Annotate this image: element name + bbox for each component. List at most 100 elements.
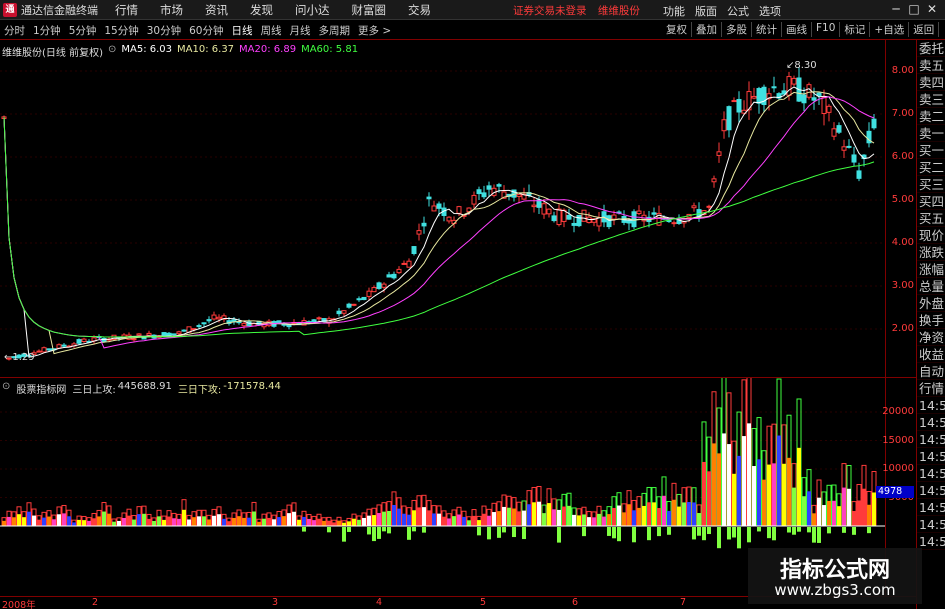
period-tab[interactable]: 分时 xyxy=(4,23,25,38)
tool-button[interactable]: 返回 xyxy=(909,22,940,37)
side-panel-item[interactable]: 净资 xyxy=(917,329,945,346)
menu-item-wealth[interactable]: 财富圈 xyxy=(352,2,387,18)
side-panel-item[interactable]: 买二 xyxy=(917,159,945,176)
side-panel-item[interactable]: 卖一 xyxy=(917,125,945,142)
side-panel-item[interactable]: 收益 xyxy=(917,346,945,363)
tool-button[interactable]: 统计 xyxy=(752,22,782,37)
side-panel-item[interactable]: 买五 xyxy=(917,210,945,227)
tool-button[interactable]: 画线 xyxy=(782,22,812,37)
period-tab[interactable]: 30分钟 xyxy=(147,23,181,38)
side-panel-item[interactable]: 14:56 xyxy=(917,516,945,533)
side-panel-item[interactable]: 14:56 xyxy=(917,448,945,465)
side-panel-item[interactable]: 涨幅 xyxy=(917,261,945,278)
indicator-bar xyxy=(532,502,536,526)
side-panel-item[interactable]: 卖五 xyxy=(917,57,945,74)
menu-item-functions[interactable]: 功能 xyxy=(663,3,685,19)
period-tab[interactable]: 日线 xyxy=(232,23,253,38)
side-panel-item[interactable]: 涨跌 xyxy=(917,244,945,261)
menu-item-formula[interactable]: 公式 xyxy=(727,3,749,19)
menu-item-trade[interactable]: 交易 xyxy=(408,2,431,18)
side-panel-item[interactable]: 现价 xyxy=(917,227,945,244)
candle-body xyxy=(136,333,142,336)
candle-body xyxy=(316,317,322,320)
side-panel-item[interactable]: 买一 xyxy=(917,142,945,159)
side-panel-item[interactable]: 行情 xyxy=(917,380,945,397)
side-panel-item[interactable]: 买四 xyxy=(917,193,945,210)
candle-body xyxy=(786,76,792,96)
indicator-bar xyxy=(652,502,656,526)
indicator-bar xyxy=(587,517,591,526)
indicator-bar xyxy=(412,510,416,526)
menu-item-layout[interactable]: 版面 xyxy=(695,3,717,19)
candlestick-chart[interactable]: ↙8.30 ←1.29 xyxy=(0,40,885,377)
side-panel-item[interactable]: 卖四 xyxy=(917,74,945,91)
watermark-title: 指标公式网 xyxy=(779,558,890,583)
indicator-bar xyxy=(47,516,51,526)
tool-button[interactable]: +自选 xyxy=(870,22,910,37)
tool-button[interactable]: 标记 xyxy=(840,22,871,37)
menu-item-options[interactable]: 选项 xyxy=(759,3,781,19)
indicator-negative-bar xyxy=(657,527,661,537)
period-tab[interactable]: 周线 xyxy=(261,23,282,38)
side-panel-item[interactable]: 换手 xyxy=(917,312,945,329)
candle-body xyxy=(836,125,842,133)
period-tab[interactable]: 60分钟 xyxy=(189,23,223,38)
app-title: 通达信金融终端 xyxy=(21,3,98,17)
side-panel-item[interactable]: 14:55 xyxy=(917,414,945,431)
indicator-bar xyxy=(427,510,431,526)
side-panel-item[interactable]: 自动 xyxy=(917,363,945,380)
indicator-bar xyxy=(177,518,181,526)
period-toolbar: 分时 1分钟 5分钟 15分钟 30分钟 60分钟 日线 周线 月线 多周期 更多 > 复权 叠加 多股… xyxy=(0,21,945,40)
side-panel-item[interactable]: 卖二 xyxy=(917,108,945,125)
menu-item-news[interactable]: 资讯 xyxy=(205,2,228,18)
tool-button[interactable]: 叠加 xyxy=(692,22,722,37)
period-tab[interactable]: 月线 xyxy=(290,23,311,38)
candle-body xyxy=(811,97,817,101)
indicator-bar xyxy=(307,518,311,526)
indicator-bar xyxy=(582,514,586,526)
indicator-bar xyxy=(487,515,491,526)
close-icon[interactable]: ✕ xyxy=(923,2,941,16)
indicator-bar xyxy=(252,511,256,526)
candle-body xyxy=(376,282,382,289)
indicator-settings-icon[interactable]: ⊙ xyxy=(2,381,10,396)
maximize-icon[interactable]: □ xyxy=(905,2,923,16)
tool-button[interactable]: 复权 xyxy=(662,22,692,37)
indicator-bar xyxy=(292,511,296,526)
period-tab[interactable]: 更多 > xyxy=(358,23,391,38)
indicator-bar xyxy=(797,447,801,526)
side-panel-item[interactable]: 14:56 xyxy=(917,499,945,516)
ma-settings-icon[interactable]: ⊙ xyxy=(108,44,116,59)
side-panel-item[interactable]: 委托 xyxy=(917,40,945,57)
period-tab[interactable]: 15分钟 xyxy=(104,23,138,38)
period-tab[interactable]: 5分钟 xyxy=(69,23,97,38)
side-panel-item[interactable]: 外盘 xyxy=(917,295,945,312)
indicator-bar xyxy=(592,517,596,526)
side-panel-item[interactable]: 卖三 xyxy=(917,91,945,108)
tool-button[interactable]: 多股 xyxy=(722,22,752,37)
login-status[interactable]: 证券交易未登录 xyxy=(513,5,587,17)
side-panel-item[interactable]: 14:56 xyxy=(917,482,945,499)
candle-body xyxy=(721,119,727,132)
indicator-bar xyxy=(32,515,36,526)
indicator-negative-bar xyxy=(377,527,381,539)
candle-body xyxy=(611,214,617,220)
side-panel-item[interactable]: 14:56 xyxy=(917,431,945,448)
side-panel-item[interactable]: 买三 xyxy=(917,176,945,193)
menu-item-quotes[interactable]: 行情 xyxy=(115,2,138,18)
menu-item-discover[interactable]: 发现 xyxy=(250,2,273,18)
period-tab[interactable]: 1分钟 xyxy=(33,23,61,38)
candle-body xyxy=(791,77,797,85)
tool-button[interactable]: F10 xyxy=(812,22,841,37)
candle-body xyxy=(476,189,482,195)
side-panel-item[interactable]: 14:55 xyxy=(917,397,945,414)
side-panel-item[interactable]: 总量 xyxy=(917,278,945,295)
indicator-bar xyxy=(537,501,541,526)
period-tab[interactable]: 多周期 xyxy=(319,23,351,38)
candle-body xyxy=(141,337,147,340)
minimize-icon[interactable]: ─ xyxy=(887,2,905,16)
side-panel-item[interactable]: 14:56 xyxy=(917,465,945,482)
down-attack-value: -171578.44 xyxy=(223,381,281,392)
menu-item-market[interactable]: 市场 xyxy=(160,2,183,18)
menu-item-ask[interactable]: 问小达 xyxy=(295,2,330,18)
